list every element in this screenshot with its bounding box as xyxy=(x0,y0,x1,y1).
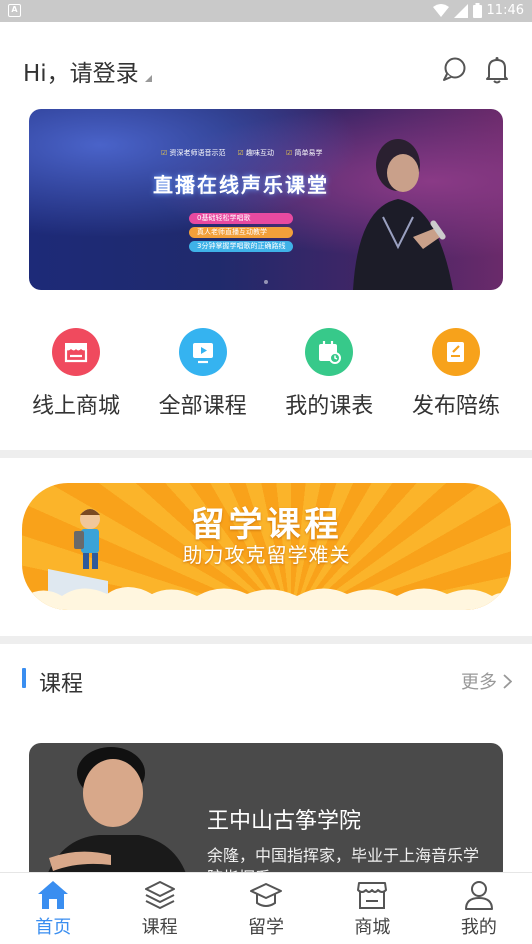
banner-pill: 3分钟掌握学唱歌的正确路线 xyxy=(189,241,294,252)
video-play-icon xyxy=(178,328,227,376)
bell-icon[interactable] xyxy=(485,56,509,84)
banner-pill: 真人老师直播互动教学 xyxy=(189,227,294,238)
app-notification-icon: A xyxy=(8,4,21,17)
section-divider xyxy=(0,636,532,644)
header: Hi，请登录 xyxy=(23,50,509,90)
system-icons: 11:46 xyxy=(432,3,524,18)
courses-section-header: 课程 更多 xyxy=(22,666,512,697)
quick-nav-label: 全部课程 xyxy=(158,394,247,419)
login-prompt[interactable]: Hi，请登录 xyxy=(23,54,152,88)
chevron-right-icon xyxy=(503,673,512,689)
tab-label: 留学 xyxy=(248,917,285,938)
section-divider xyxy=(0,450,532,458)
layers-icon xyxy=(144,881,175,909)
shop-icon xyxy=(357,882,388,909)
tab-profile[interactable]: 我的 xyxy=(426,873,532,944)
tab-label: 课程 xyxy=(141,917,178,938)
teacher-portrait xyxy=(44,747,189,883)
wifi-icon xyxy=(432,3,449,17)
quick-nav-label: 我的课表 xyxy=(285,394,374,419)
quick-nav-store[interactable]: 线上商城 xyxy=(13,328,139,420)
bottom-tab-bar: 首页 课程 留学 商城 我的 xyxy=(0,872,532,944)
quick-nav-label: 线上商城 xyxy=(31,394,120,419)
banner-tag: 趣味互动 xyxy=(238,148,274,158)
cell-signal-icon xyxy=(453,3,468,18)
banner-pagination xyxy=(29,280,503,284)
clock: 11:46 xyxy=(486,3,524,18)
tab-study-abroad[interactable]: 留学 xyxy=(213,873,319,944)
study-abroad-subtitle: 助力攻克留学难关 xyxy=(182,543,351,567)
status-bar: A 11:46 xyxy=(0,0,532,22)
chat-icon[interactable] xyxy=(441,56,467,82)
live-vocal-class-banner[interactable]: 资深老师语音示范 趣味互动 简单易学 直播在线声乐课堂 0基础轻松学唱歌 真人老… xyxy=(29,109,503,290)
tab-label: 商城 xyxy=(354,917,391,938)
course-name: 王中山古筝学院 xyxy=(207,809,362,834)
banner-pill: 0基础轻松学唱歌 xyxy=(189,213,294,224)
calendar-icon xyxy=(305,328,354,376)
quick-nav-all-courses[interactable]: 全部课程 xyxy=(140,328,266,420)
study-abroad-banner[interactable]: 留学课程 助力攻克留学难关 xyxy=(22,483,511,610)
store-icon xyxy=(52,328,100,376)
quick-nav-label: 发布陪练 xyxy=(411,394,500,419)
more-link[interactable]: 更多 xyxy=(461,668,512,694)
course-card[interactable]: 王中山古筝学院 余隆，中国指挥家，毕业于上海音乐学院指挥系 xyxy=(29,743,503,883)
battery-icon xyxy=(472,3,482,18)
tab-home[interactable]: 首页 xyxy=(0,873,106,944)
tab-label: 首页 xyxy=(35,917,72,938)
more-label: 更多 xyxy=(461,672,497,693)
corner-triangle-icon xyxy=(144,75,152,82)
section-title: 课程 xyxy=(39,672,84,697)
banner-tags: 资深老师语音示范 趣味互动 简单易学 xyxy=(161,148,323,158)
greeting-text: Hi，请登录 xyxy=(23,61,139,87)
home-icon xyxy=(38,881,69,909)
banner-tag: 简单易学 xyxy=(286,148,323,158)
banner-pills: 0基础轻松学唱歌 真人老师直播互动教学 3分钟掌握学唱歌的正确路线 xyxy=(189,213,294,255)
quick-nav: 线上商城 全部课程 我的课表 发布陪练 xyxy=(13,328,519,420)
graduation-cap-icon xyxy=(250,883,283,907)
tab-label: 我的 xyxy=(460,917,497,938)
user-icon xyxy=(464,881,493,910)
banner-title: 直播在线声乐课堂 xyxy=(153,173,329,197)
note-edit-icon xyxy=(431,328,480,376)
tab-courses[interactable]: 课程 xyxy=(106,873,212,944)
quick-nav-post-practice[interactable]: 发布陪练 xyxy=(393,328,519,420)
quick-nav-my-schedule[interactable]: 我的课表 xyxy=(266,328,392,420)
cloud-decoration xyxy=(22,587,511,610)
singer-image xyxy=(353,139,453,290)
section-accent-bar xyxy=(22,668,26,688)
banner-tag: 资深老师语音示范 xyxy=(161,148,226,158)
tab-shop[interactable]: 商城 xyxy=(319,873,425,944)
